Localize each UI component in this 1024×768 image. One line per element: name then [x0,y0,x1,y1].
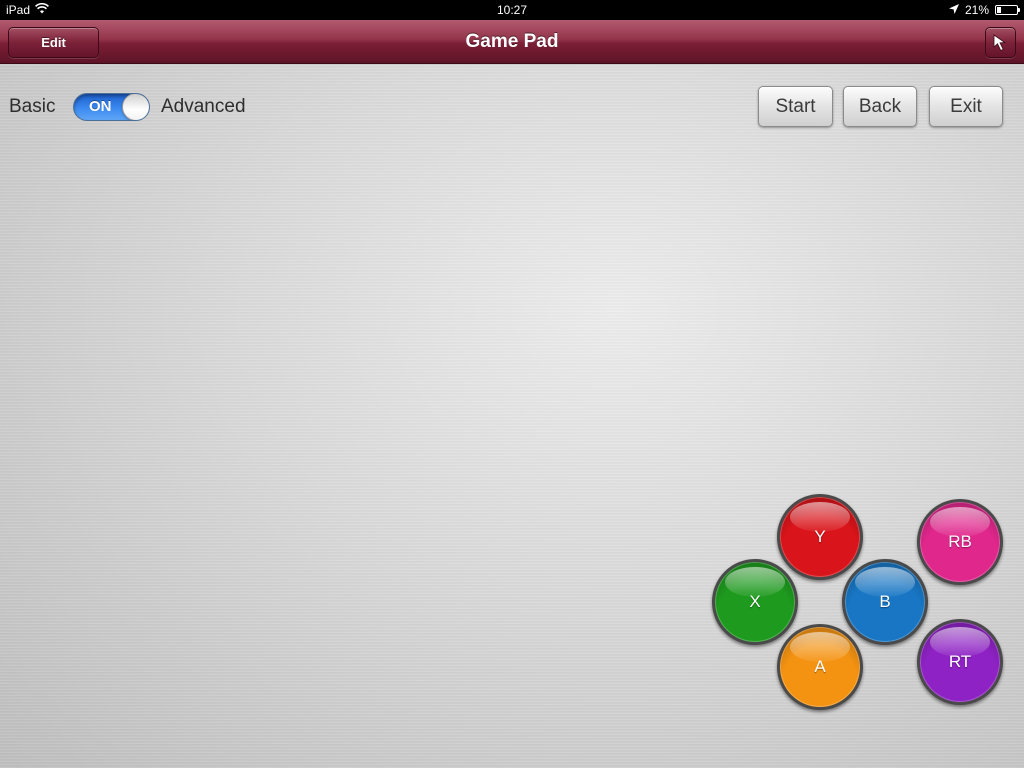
toggle-state-label: ON [89,98,112,115]
battery-percent: 21% [964,3,989,17]
start-button[interactable]: Start [758,86,833,127]
toggle-knob[interactable] [122,94,149,120]
mode-toggle-switch[interactable]: ON [73,93,150,121]
a-button-label: A [814,657,826,676]
rt-button[interactable]: RT [917,619,1003,705]
battery-level [997,7,1002,13]
battery-icon [995,5,1020,15]
advanced-mode-label: Advanced [161,96,246,117]
status-bar-right: 21% [948,0,1020,20]
back-button[interactable]: Back [843,86,917,127]
cursor-arrow-icon [993,34,1006,52]
game-pad-area: Basic ON Advanced Start Back Exit Y RB X… [0,65,1024,768]
status-time: 10:27 [496,3,528,17]
page-title: Game Pad [465,31,559,52]
pointer-mode-button[interactable] [985,27,1016,58]
rt-button-label: RT [948,652,972,671]
a-button[interactable]: A [777,624,863,710]
rb-button[interactable]: RB [917,499,1003,585]
exit-button[interactable]: Exit [929,86,1003,127]
location-arrow-icon [948,0,959,20]
basic-mode-label: Basic [9,96,56,117]
status-bar: iPad 10:27 21% [0,0,1024,20]
navigation-bar: Edit Game Pad [0,20,1024,64]
rb-button-label: RB [948,532,972,551]
